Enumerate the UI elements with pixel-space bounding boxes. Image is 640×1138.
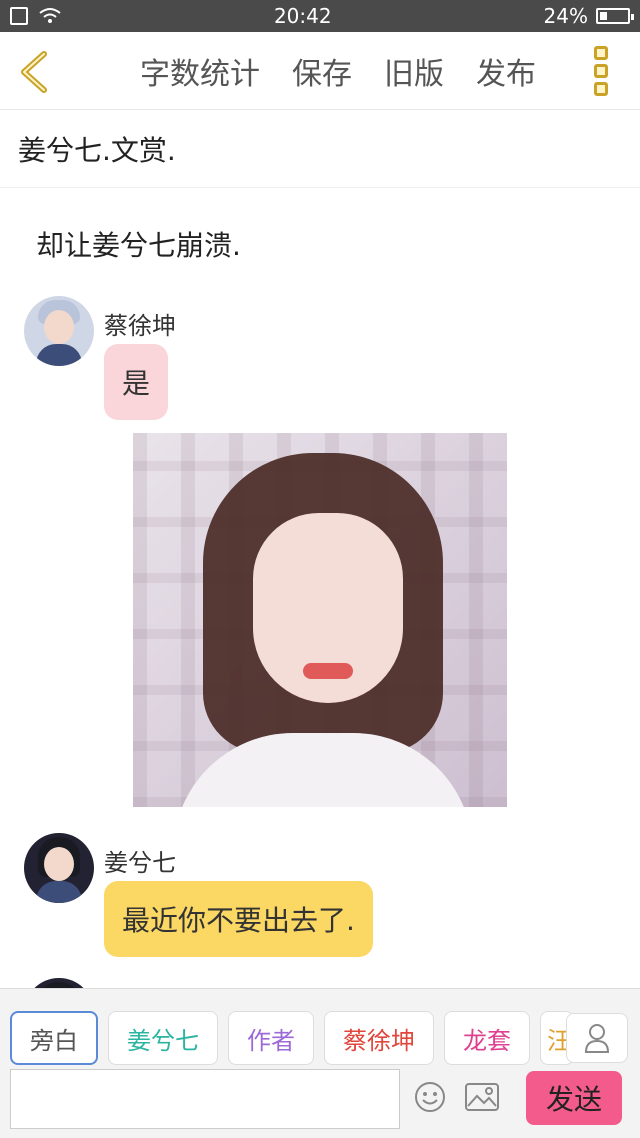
next-message-avatar <box>24 978 94 988</box>
emoji-icon[interactable] <box>410 1077 450 1117</box>
role-chip[interactable]: 蔡徐坤 <box>324 1011 434 1065</box>
story-title-text: 姜兮七.文赏. <box>18 133 176 167</box>
clock: 20:42 <box>273 4 332 28</box>
sender-name: 姜兮七 <box>104 849 176 877</box>
message-bubble[interactable]: 是 <box>104 344 169 420</box>
role-chip[interactable]: 姜兮七 <box>108 1011 218 1065</box>
user-icon <box>584 1024 610 1053</box>
role-chips: 旁白 姜兮七 作者 蔡徐坤 龙套 汪 <box>10 1011 574 1065</box>
old-version-button[interactable]: 旧版 <box>384 49 444 93</box>
publish-button[interactable]: 发布 <box>476 49 536 93</box>
chevron-left-icon[interactable] <box>16 50 52 94</box>
battery-icon <box>596 8 634 24</box>
status-bar: 20:42 24% <box>0 0 640 32</box>
story-title[interactable]: 姜兮七.文赏. <box>0 110 640 188</box>
role-chip-narrator[interactable]: 旁白 <box>10 1011 98 1065</box>
wifi-icon <box>39 8 61 23</box>
chat-image[interactable] <box>133 433 507 807</box>
add-role-button[interactable] <box>566 1013 628 1063</box>
role-chip-author[interactable]: 作者 <box>228 1011 314 1065</box>
avatar[interactable] <box>24 296 94 366</box>
message-bubble[interactable]: 最近你不要出去了. <box>104 881 373 957</box>
role-chip-extra[interactable]: 龙套 <box>444 1011 530 1065</box>
sim-icon <box>10 7 28 25</box>
image-icon[interactable] <box>462 1077 502 1117</box>
input-panel: 旁白 姜兮七 作者 蔡徐坤 龙套 汪 发送 <box>0 988 640 1138</box>
message-input[interactable] <box>10 1069 400 1129</box>
editor-toolbar: 字数统计 保存 旧版 发布 <box>0 32 640 110</box>
word-count-button[interactable]: 字数统计 <box>140 49 260 93</box>
narration-text: 却让姜兮七崩溃. <box>36 229 241 262</box>
avatar[interactable] <box>24 833 94 903</box>
chat-content: 却让姜兮七崩溃. 蔡徐坤 是 姜兮七 最近你不要出去了. <box>0 188 640 988</box>
more-vertical-icon[interactable] <box>594 46 618 96</box>
sender-name: 蔡徐坤 <box>104 312 176 340</box>
battery-percent: 24% <box>543 4 588 28</box>
send-button[interactable]: 发送 <box>526 1071 622 1125</box>
save-button[interactable]: 保存 <box>292 49 352 93</box>
